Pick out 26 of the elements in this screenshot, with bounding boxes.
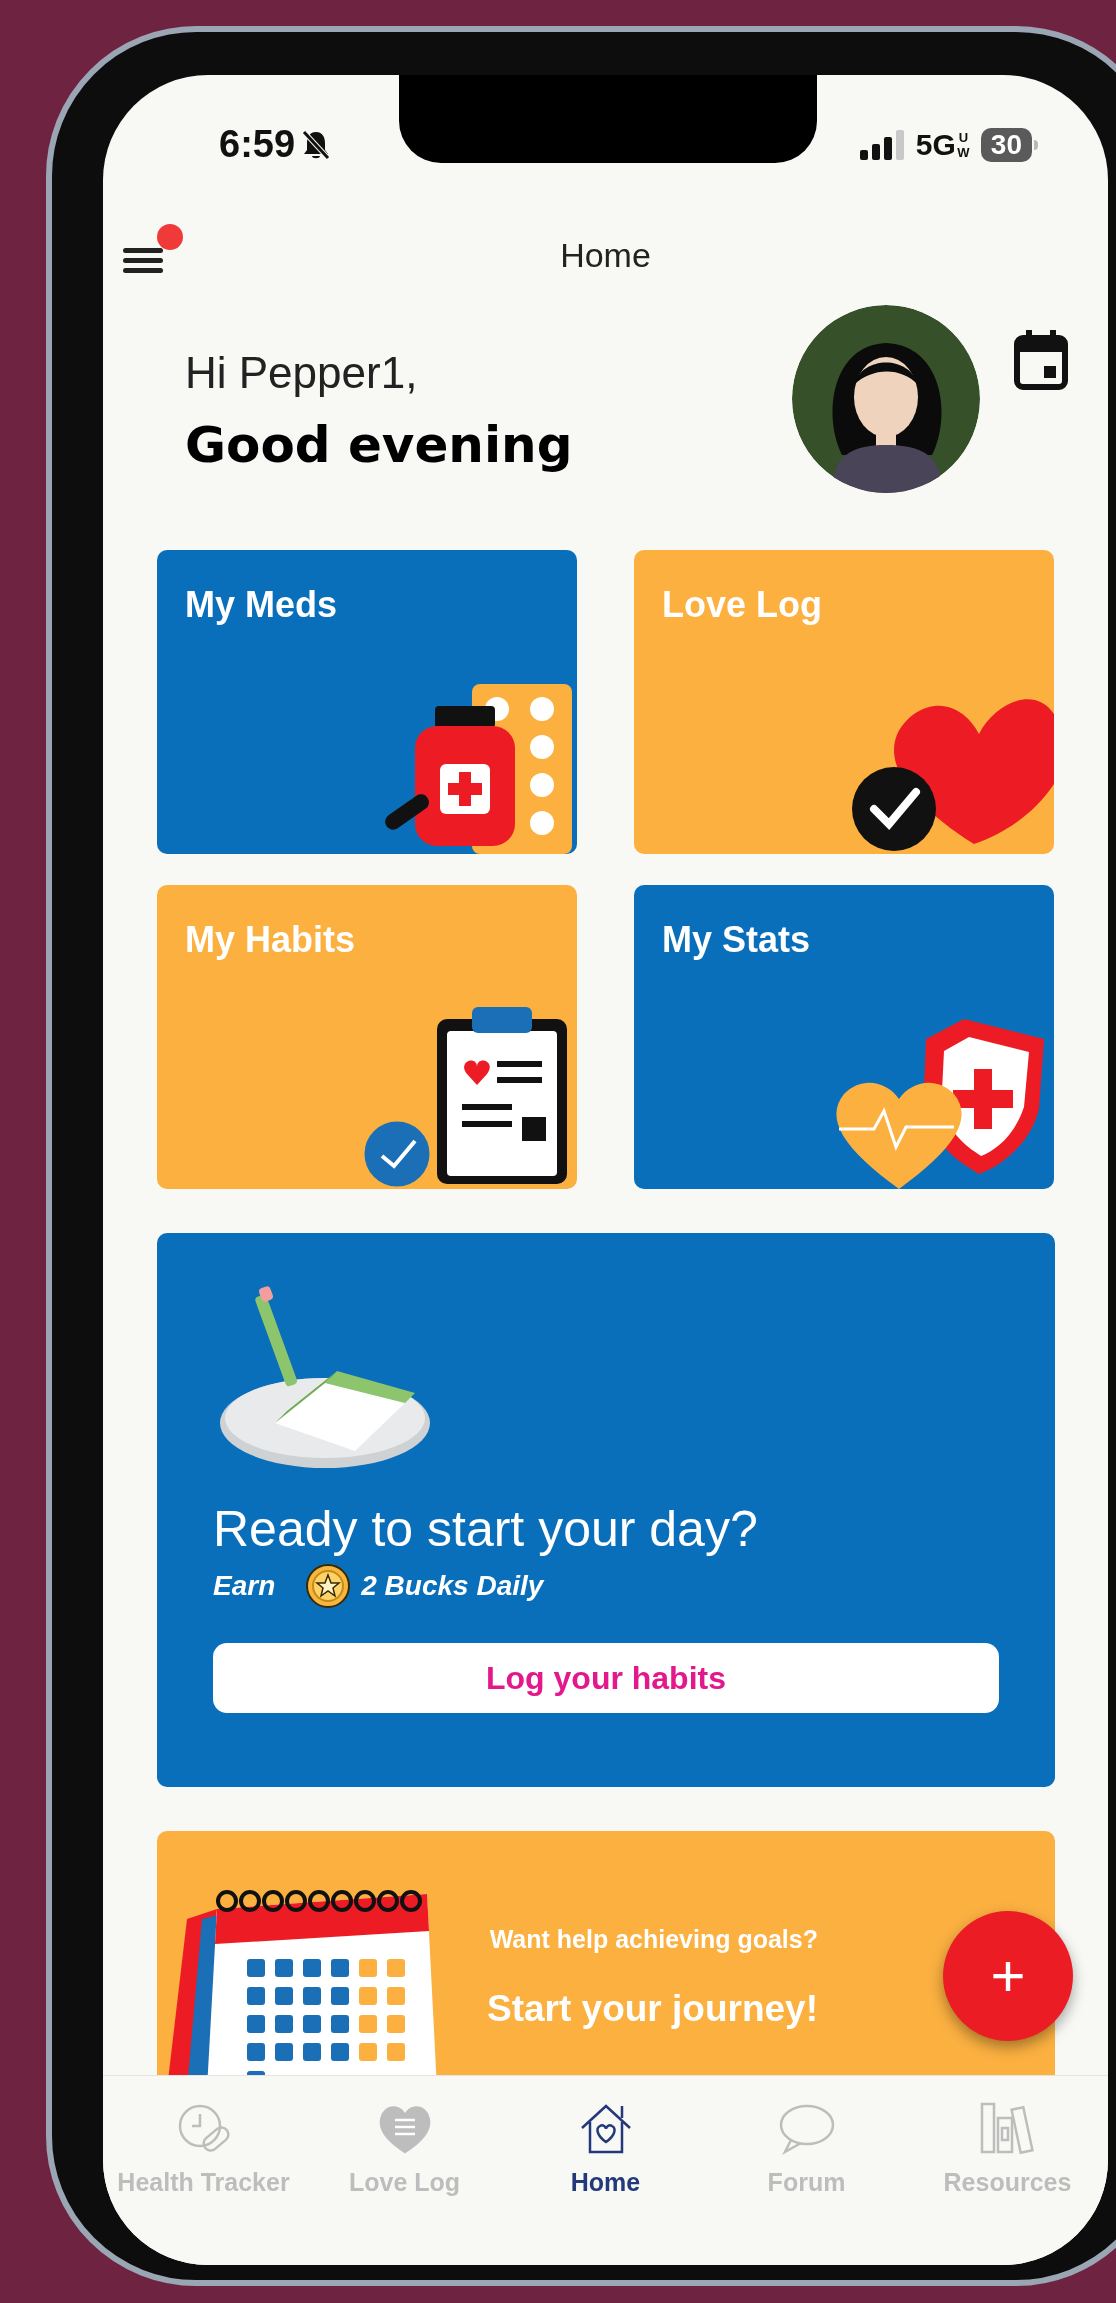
network-suffix: UW: [956, 129, 971, 160]
journey-subtitle: Want help achieving goals?: [489, 1924, 818, 1955]
screen-title: Home: [560, 234, 651, 276]
feature-tile[interactable]: Love Log: [634, 550, 1054, 854]
earn-label: Earn: [213, 1569, 276, 1603]
feature-tile[interactable]: My Meds: [157, 550, 577, 854]
nav-tab[interactable]: Love Log: [304, 2098, 505, 2208]
reward-label: 2 Bucks Daily: [361, 1569, 544, 1603]
calendar-icon: [1014, 330, 1068, 390]
nav-tab[interactable]: Home: [505, 2098, 706, 2208]
nav-tab[interactable]: Health Tracker: [103, 2098, 304, 2208]
signal-icon: [859, 129, 906, 160]
feature-tile[interactable]: My Habits: [157, 885, 577, 1189]
feature-tile[interactable]: My Stats: [634, 885, 1054, 1189]
greeting-time: Good evening: [185, 415, 574, 476]
status-time: 6:59: [219, 122, 296, 167]
nav-tab[interactable]: Forum: [706, 2098, 907, 2208]
journey-title: Start your journey!: [487, 1986, 818, 2031]
muted-bell-icon: [301, 128, 332, 161]
nav-tab[interactable]: Resources: [907, 2098, 1108, 2208]
network-label: 5G: [915, 127, 956, 163]
greeting-name: Hi Pepper1,: [185, 347, 419, 399]
log-habits-button[interactable]: Log your habits: [213, 1643, 999, 1713]
promo-title: Ready to start your day?: [213, 1500, 759, 1559]
battery-indicator: 30: [980, 127, 1032, 162]
calendar-button[interactable]: [1014, 330, 1068, 390]
